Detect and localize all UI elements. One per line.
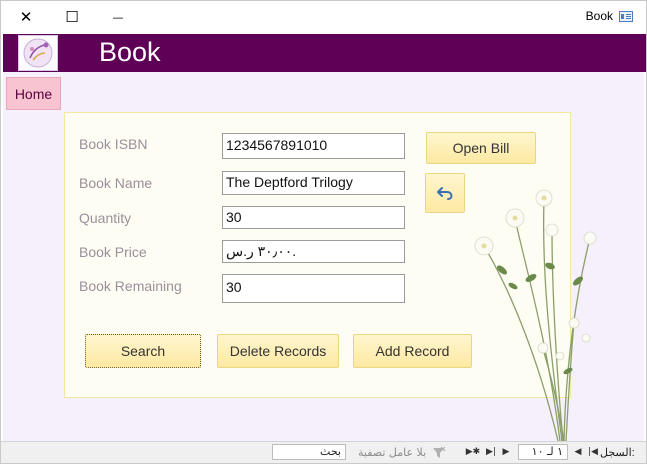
undo-icon	[437, 187, 453, 200]
remaining-label: Book Remaining	[79, 278, 182, 294]
minimize-window-button[interactable]: —	[95, 0, 141, 34]
last-record-icon: ▶|	[486, 446, 496, 457]
next-record-button[interactable]: ▶	[500, 443, 512, 460]
form-icon	[619, 11, 633, 22]
search-input[interactable]: بحث	[272, 444, 346, 460]
logo	[18, 35, 58, 71]
logo-icon	[23, 38, 53, 68]
window-title-bar: ✕ ☐ — Book	[0, 0, 647, 34]
remaining-field[interactable]: 30	[222, 274, 405, 303]
book-name-field[interactable]: The Deptford Trilogy	[222, 171, 405, 195]
first-record-button[interactable]: |◀	[587, 443, 599, 460]
minimize-icon: —	[112, 10, 124, 24]
new-record-button[interactable]: ▶✱	[465, 443, 481, 460]
quantity-field[interactable]: 30	[222, 206, 405, 229]
maximize-window-button[interactable]: ☐	[49, 0, 95, 34]
next-record-icon: ▶	[502, 446, 510, 457]
page-title: Book	[99, 37, 161, 67]
previous-record-button[interactable]: ◀	[572, 443, 584, 460]
filter-icon	[432, 445, 446, 459]
search-button[interactable]: Search	[85, 334, 201, 368]
record-label: السجل:	[600, 447, 635, 459]
home-button[interactable]: Home	[6, 77, 61, 110]
first-record-icon: |◀	[588, 446, 598, 457]
maximize-icon: ☐	[65, 8, 79, 26]
price-label: Book Price	[79, 244, 147, 260]
current-record-box[interactable]: ١ لـ ١٠	[518, 444, 568, 460]
price-field[interactable]: ٣٠٫٠٠ ر.س.	[222, 240, 405, 263]
close-window-button[interactable]: ✕	[3, 0, 49, 34]
add-record-button[interactable]: Add Record	[353, 334, 472, 368]
quantity-label: Quantity	[79, 210, 132, 226]
isbn-label: Book ISBN	[79, 136, 148, 152]
name-label: Book Name	[79, 175, 153, 191]
delete-records-button[interactable]: Delete Records	[217, 334, 339, 368]
previous-record-icon: ◀	[574, 446, 582, 457]
new-record-icon: ▶✱	[465, 446, 481, 457]
open-bill-button[interactable]: Open Bill	[426, 132, 536, 164]
undo-button[interactable]	[425, 173, 465, 213]
isbn-field[interactable]: 1234567891010	[222, 133, 405, 159]
last-record-button[interactable]: ▶|	[485, 443, 497, 460]
flower-decoration	[474, 189, 597, 441]
window-title: Book	[585, 9, 613, 23]
filter-status[interactable]: بلا عامل تصفية	[358, 446, 426, 459]
close-icon: ✕	[19, 8, 33, 26]
